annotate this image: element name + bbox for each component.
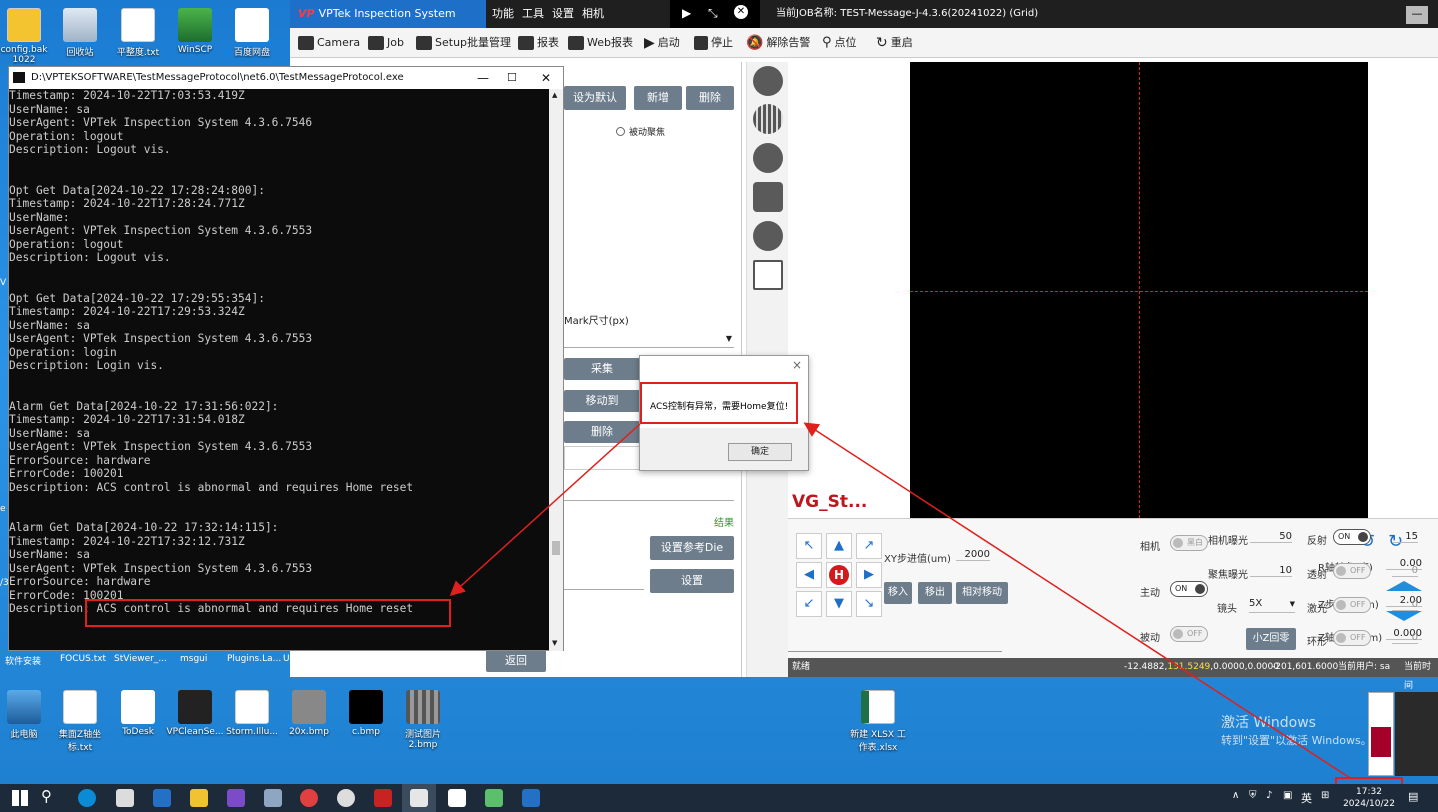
chevron-up-icon[interactable]: ∧	[1232, 790, 1239, 801]
clock-date: 2024/10/22	[1343, 799, 1395, 809]
notification-icon[interactable]: ▤	[1408, 790, 1418, 803]
clock-time: 17:32	[1356, 787, 1382, 797]
taskbar-clock[interactable]: 17:32 2024/10/22	[1340, 786, 1398, 810]
annotation-overlay	[85, 382, 1403, 812]
console-task-icon[interactable]	[410, 789, 428, 807]
app-icon[interactable]	[300, 789, 318, 807]
edge-browser-icon[interactable]	[78, 789, 96, 807]
taskbar: ⚲ ∧ ⛨ ♪ ▣ 英 ⊞ 17:32 2024/10/22 ▤	[0, 784, 1438, 812]
search-icon[interactable]: ⚲	[41, 787, 52, 805]
input-method-indicator[interactable]: 英	[1301, 790, 1312, 806]
network-icon[interactable]: ▣	[1283, 790, 1292, 801]
security-icon[interactable]: ⛨	[1249, 790, 1257, 801]
msg-icon[interactable]	[337, 789, 355, 807]
keyboard-icon[interactable]: ⊞	[1321, 790, 1329, 801]
store-icon[interactable]	[116, 789, 134, 807]
file-explorer-icon[interactable]	[190, 789, 208, 807]
media-icon[interactable]	[374, 789, 392, 807]
notepad-icon[interactable]	[448, 789, 466, 807]
network-share-icon[interactable]	[485, 789, 503, 807]
visual-studio-icon[interactable]	[227, 789, 245, 807]
annotation-box-console	[85, 599, 451, 627]
annotation-arrow-to-dialog	[803, 422, 1351, 779]
vis-app-icon[interactable]	[522, 789, 540, 807]
annotation-box-dialog	[640, 382, 798, 424]
network-tool-icon[interactable]	[264, 789, 282, 807]
annotation-arrow-to-console	[449, 423, 641, 597]
vis-app-icon[interactable]	[153, 789, 171, 807]
start-icon[interactable]	[12, 790, 28, 806]
volume-icon[interactable]: ♪	[1266, 790, 1272, 801]
